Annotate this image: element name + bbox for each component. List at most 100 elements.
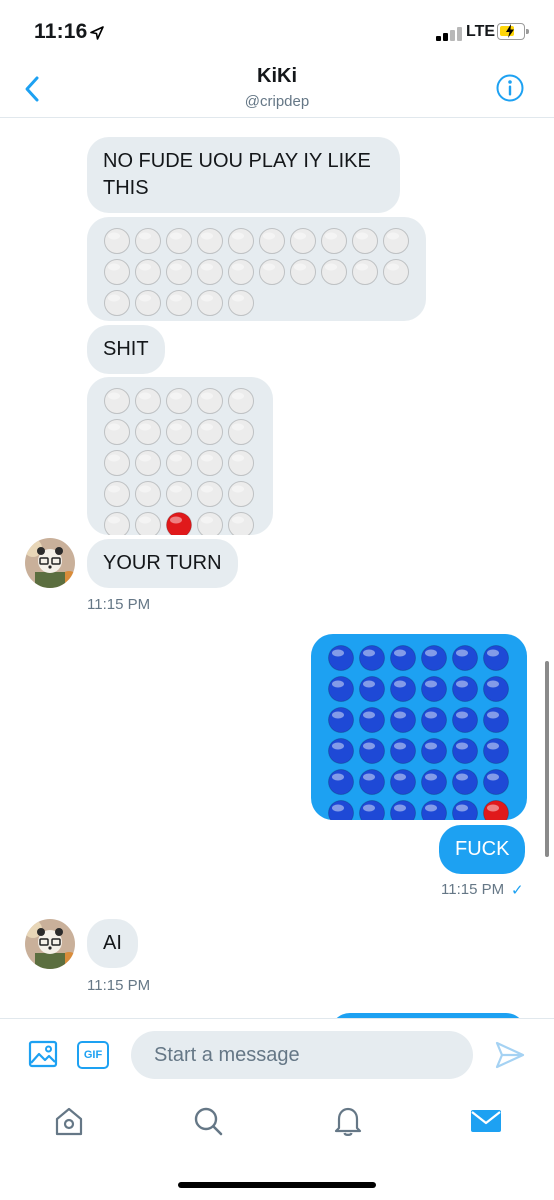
piece-highlight (232, 485, 244, 493)
location-arrow-icon (90, 26, 104, 40)
white-piece (352, 259, 378, 285)
conversation-title: KiKi (257, 65, 297, 87)
emoji-board-message[interactable] (311, 634, 527, 820)
white-piece (228, 450, 254, 476)
message-composer: GIF Start a message (0, 1018, 554, 1090)
piece-highlight (332, 804, 344, 812)
white-piece (135, 290, 161, 316)
white-piece (228, 259, 254, 285)
piece-highlight (108, 392, 120, 400)
incoming-message[interactable]: NO FUDE UOU PLAY IY LIKE THIS (87, 137, 400, 213)
piece-highlight (139, 232, 151, 240)
incoming-message[interactable]: AI (87, 919, 138, 968)
piece-highlight (232, 392, 244, 400)
conversation-header: KiKi @cripdep (0, 62, 554, 118)
incoming-message[interactable]: SHIT (87, 325, 165, 374)
emoji-board-message[interactable] (87, 217, 426, 321)
blue-piece (483, 707, 509, 733)
white-piece (135, 450, 161, 476)
scrollbar-thumb[interactable] (545, 661, 549, 857)
piece-highlight (487, 680, 499, 688)
piece-highlight (425, 649, 437, 657)
piece-highlight (170, 485, 182, 493)
piece-highlight (456, 711, 468, 719)
piece-highlight (394, 680, 406, 688)
notifications-icon[interactable] (331, 1104, 365, 1138)
piece-highlight (487, 804, 499, 812)
white-piece (104, 290, 130, 316)
blue-piece (421, 676, 447, 702)
message-timestamp: 11:15 PM (87, 596, 151, 613)
emoji-board-message[interactable] (87, 377, 273, 535)
white-piece (104, 419, 130, 445)
white-piece (383, 228, 409, 254)
white-piece (166, 450, 192, 476)
home-icon[interactable] (52, 1104, 86, 1138)
blue-piece (421, 738, 447, 764)
piece-highlight (487, 711, 499, 719)
piece-highlight (425, 680, 437, 688)
piece-highlight (332, 649, 344, 657)
white-piece (352, 228, 378, 254)
info-icon[interactable] (495, 73, 525, 103)
white-piece (197, 290, 223, 316)
messages-icon[interactable] (469, 1104, 503, 1138)
piece-highlight (139, 423, 151, 431)
blue-piece (359, 645, 385, 671)
piece-highlight (325, 232, 337, 240)
piece-highlight (201, 263, 213, 271)
white-piece (104, 259, 130, 285)
send-icon[interactable] (494, 1039, 526, 1071)
piece-highlight (201, 516, 213, 524)
battery-charging-icon (497, 23, 529, 40)
piece-highlight (201, 485, 213, 493)
avatar[interactable] (25, 538, 75, 588)
incoming-message[interactable]: YOUR TURN (87, 539, 238, 588)
piece-highlight (108, 263, 120, 271)
white-piece (135, 419, 161, 445)
blue-piece (483, 738, 509, 764)
piece-highlight (201, 294, 213, 302)
piece-highlight (425, 773, 437, 781)
piece-highlight (139, 485, 151, 493)
white-piece (321, 228, 347, 254)
piece-highlight (232, 232, 244, 240)
white-piece (228, 481, 254, 507)
piece-highlight (394, 804, 406, 812)
blue-piece (390, 645, 416, 671)
avatar[interactable] (25, 919, 75, 969)
home-indicator (178, 1182, 376, 1188)
white-piece (197, 481, 223, 507)
white-piece (166, 419, 192, 445)
piece-highlight (139, 454, 151, 462)
blue-piece (390, 676, 416, 702)
piece-highlight (108, 294, 120, 302)
search-icon[interactable] (191, 1104, 225, 1138)
piece-highlight (363, 711, 375, 719)
image-icon[interactable] (28, 1039, 58, 1069)
white-piece (135, 512, 161, 535)
red-piece (166, 512, 192, 535)
piece-highlight (325, 263, 337, 271)
message-input[interactable]: Start a message (131, 1031, 473, 1079)
piece-highlight (363, 649, 375, 657)
piece-highlight (456, 680, 468, 688)
white-piece (135, 388, 161, 414)
white-piece (228, 512, 254, 535)
piece-highlight (170, 232, 182, 240)
blue-piece (328, 645, 354, 671)
piece-highlight (332, 680, 344, 688)
blue-piece (421, 707, 447, 733)
piece-highlight (332, 742, 344, 750)
gif-button[interactable]: GIF (77, 1041, 109, 1069)
blue-piece (483, 769, 509, 795)
blue-piece (359, 676, 385, 702)
outgoing-message[interactable]: FUCK (439, 825, 526, 874)
message-thread[interactable]: NO FUDE UOU PLAY IY LIKE THIS SHIT YOUR … (0, 119, 554, 1018)
blue-piece (328, 707, 354, 733)
blue-piece (421, 645, 447, 671)
piece-highlight (394, 649, 406, 657)
white-piece (166, 388, 192, 414)
blue-piece (452, 738, 478, 764)
blue-piece (452, 645, 478, 671)
